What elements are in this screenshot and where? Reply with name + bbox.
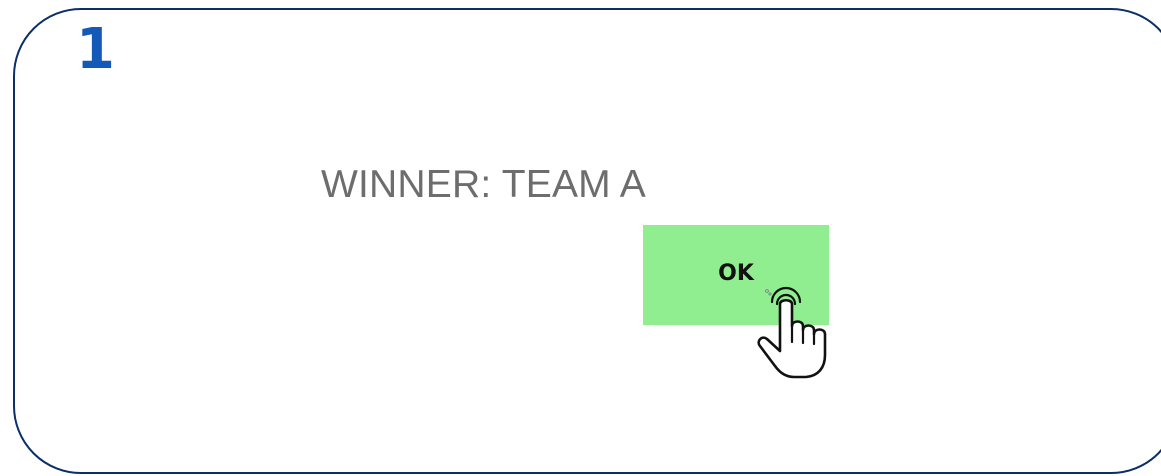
- ok-button[interactable]: OK: [643, 225, 829, 325]
- ok-button-label: OK: [718, 261, 754, 286]
- winner-message: WINNER: TEAM A: [321, 163, 646, 206]
- panel-frame: [13, 8, 1161, 474]
- step-number: 1: [76, 17, 115, 82]
